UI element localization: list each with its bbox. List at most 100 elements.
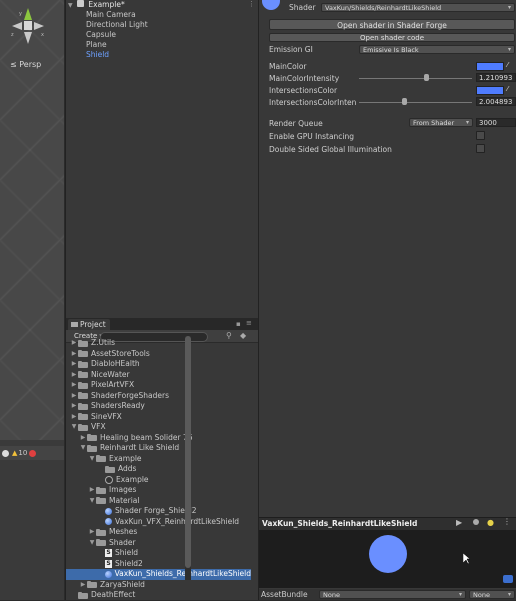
scene-gizmo-icon[interactable]: y z x [8,4,48,48]
main-color-intensity-field[interactable]: 1.210993 [476,73,516,82]
scene-view[interactable]: y z x ≤ Persp [0,0,64,440]
render-queue-field[interactable]: 3000 [476,118,516,127]
expand-arrow-icon[interactable]: ▼ [70,422,78,433]
hierarchy-item[interactable]: Main Camera [86,10,136,20]
folder-icon [105,465,115,473]
hierarchy-item[interactable]: Directional Light [86,20,148,30]
mouse-cursor-icon [463,553,471,565]
project-tree-item-selected[interactable]: VaxKun_Shields_ReinhardtLikeShield [66,569,251,580]
intersections-intensity-field[interactable]: 2.004893 [476,97,516,106]
double-sided-gi-checkbox[interactable] [476,144,485,153]
panel-menu-icon[interactable]: ≡ [246,319,252,327]
open-shader-code-button[interactable]: Open shader code [269,33,515,42]
sphere-preview-icon[interactable] [473,519,479,525]
expand-arrow-icon[interactable]: ▼ [88,538,96,549]
hierarchy-item[interactable]: Capsule [86,30,116,40]
expand-arrow-icon[interactable]: ▶ [70,370,78,381]
emission-gi-dropdown[interactable]: Emissive Is Black [359,45,515,54]
project-tree-item[interactable]: DeathEffect [66,590,251,601]
project-tree-item[interactable]: ▶ Z.Utils [66,338,251,349]
project-tree-item[interactable]: Shader Forge_Shield2 [66,506,251,517]
info-count[interactable] [2,449,10,457]
project-tree-item[interactable]: S Shield [66,548,251,559]
project-tree-item[interactable]: Adds [66,464,251,475]
project-tree-item[interactable]: ▶ AssetStoreTools [66,349,251,360]
project-scrollbar-thumb[interactable] [185,336,191,568]
project-tree-item[interactable]: ▶ NiceWater [66,370,251,381]
eyedropper-icon[interactable]: ⁄ [507,85,514,94]
project-tree-item[interactable]: Example [66,475,251,486]
expand-arrow-icon[interactable]: ▼ [79,443,87,454]
svg-text:y: y [19,11,22,17]
folder-icon [78,413,88,421]
folder-icon [78,371,88,379]
folder-icon [87,434,97,442]
intersections-intensity-label: IntersectionsColorInten [269,98,357,107]
expand-arrow-icon[interactable]: ▼ [88,496,96,507]
project-tree-label: ShadersReady [91,401,145,410]
expand-arrow-icon[interactable]: ▶ [70,338,78,349]
preview-menu-icon[interactable]: ⋮ [503,517,511,526]
project-tree-item[interactable]: ▶ ShadersReady [66,401,251,412]
scene-name: Example* [88,0,125,9]
project-tree-label: AssetStoreTools [91,348,150,358]
project-tree-label: Material [109,495,140,505]
lock-icon[interactable]: ▪ [236,320,241,328]
shader-dropdown[interactable]: VaxKun/Shields/ReinhardtLikeShield [321,3,515,12]
open-shader-forge-button[interactable]: Open shader in Shader Forge [269,19,515,30]
assetbundle-variant-dropdown[interactable]: None [469,590,515,599]
gpu-instancing-checkbox[interactable] [476,131,485,140]
project-tree-item[interactable]: ▶ ShaderForgeShaders [66,391,251,402]
expand-arrow-icon[interactable]: ▶ [79,433,87,444]
project-tree-item[interactable]: ▼ VFX [66,422,251,433]
project-tree-item[interactable]: ▶ Healing beam Solider 76 [66,433,251,444]
expand-arrow-icon[interactable]: ▶ [70,349,78,360]
project-tree-item[interactable]: S Shield2 [66,559,251,570]
project-tree-item[interactable]: ▶ ZaryaShield [66,580,251,591]
project-tree-item[interactable]: ▼ Example [66,454,251,465]
perspective-label[interactable]: ≤ Persp [10,60,41,69]
expand-arrow-icon[interactable]: ▶ [88,527,96,538]
project-tree-item[interactable]: ▼ Material [66,496,251,507]
project-tree-item[interactable]: ▼ Reinhardt Like Shield [66,443,251,454]
main-color-intensity-knob[interactable] [424,74,429,81]
gpu-instancing-label: Enable GPU Instancing [269,132,355,141]
tab-project[interactable]: Project [68,319,110,330]
render-queue-dropdown[interactable]: From Shader [409,118,473,127]
material-icon [104,570,112,578]
expand-arrow-icon[interactable]: ▶ [70,401,78,412]
main-color-intensity-slider[interactable] [359,78,472,79]
hierarchy-item[interactable]: Plane [86,40,107,50]
intersections-color-swatch[interactable] [476,86,504,95]
tag-icon[interactable] [503,575,513,583]
expand-arrow-icon[interactable]: ▼ [88,454,96,465]
project-tree-item[interactable]: ▶ SineVFX [66,412,251,423]
intersections-intensity-knob[interactable] [402,98,407,105]
folder-icon [78,402,88,410]
project-tree-item[interactable]: ▶ DiabloHEalth [66,359,251,370]
project-tree-item[interactable]: VaxKun_VFX_ReinhardtLikeShield [66,517,251,528]
expand-arrow-icon[interactable]: ▶ [88,485,96,496]
light-icon[interactable]: ● [487,518,494,527]
hierarchy-item-selected[interactable]: Shield [86,50,109,60]
error-count[interactable] [29,449,37,457]
expand-arrow-icon[interactable]: ▶ [70,412,78,423]
main-color-swatch[interactable] [476,62,504,71]
eyedropper-icon[interactable]: ⁄ [507,61,514,70]
play-icon[interactable]: ▶ [456,518,462,527]
project-tree-item[interactable]: ▶ Images [66,485,251,496]
expand-arrow-icon[interactable]: ▶ [70,391,78,402]
project-tree-item[interactable]: ▼ Shader [66,538,251,549]
project-tree-item[interactable]: ▶ PixelArtVFX [66,380,251,391]
emission-gi-label: Emission GI [269,45,313,54]
assetbundle-dropdown[interactable]: None [319,590,466,599]
project-tree-item[interactable]: ▶ Meshes [66,527,251,538]
expand-arrow-icon[interactable]: ▶ [70,380,78,391]
warning-count[interactable]: ▲ 10 [12,449,27,457]
hierarchy-scene-row[interactable]: ▼ Example* [68,0,125,10]
intersections-intensity-slider[interactable] [359,102,472,103]
expand-arrow-icon[interactable]: ▶ [70,359,78,370]
collapse-arrow-icon[interactable]: ▼ [68,2,73,9]
hierarchy-menu-icon[interactable]: ⋮ [248,0,258,8]
expand-arrow-icon[interactable]: ▶ [79,580,87,591]
